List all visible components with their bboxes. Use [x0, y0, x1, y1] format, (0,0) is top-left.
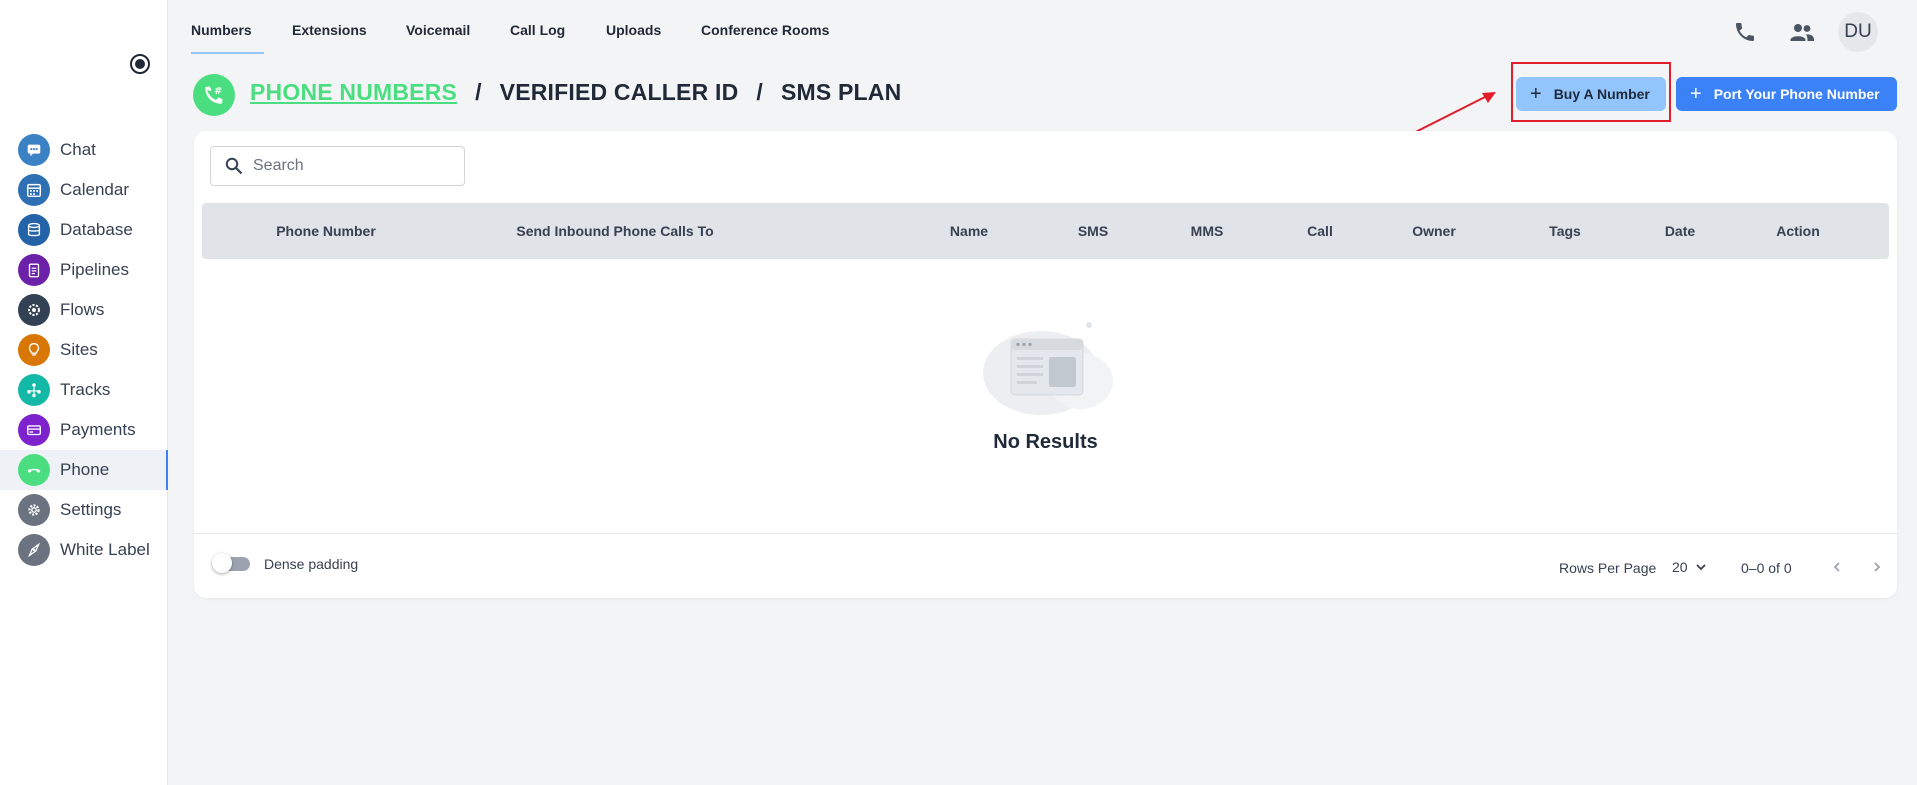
tab-conference-rooms[interactable]: Conference Rooms — [701, 22, 829, 38]
sidebar-item-label: Phone — [60, 460, 110, 479]
table-header: Phone Number Send Inbound Phone Calls To… — [202, 203, 1889, 259]
empty-state: No Results — [194, 311, 1897, 454]
dense-padding-label: Dense padding — [264, 556, 359, 572]
contacts-icon[interactable] — [1784, 14, 1820, 50]
rows-per-page-value: 20 — [1672, 559, 1688, 575]
breadcrumb-sms-plan[interactable]: SMS PLAN — [781, 79, 901, 106]
search-box — [210, 146, 465, 186]
plus-icon: + — [1690, 83, 1702, 105]
chevron-left-icon — [1833, 562, 1840, 572]
next-page-button[interactable] — [1864, 554, 1890, 580]
sidebar-item-pipelines[interactable]: Pipelines — [0, 250, 168, 290]
tab-voicemail[interactable]: Voicemail — [406, 22, 470, 38]
column-call[interactable]: Call — [1307, 223, 1333, 239]
sidebar-item-flows[interactable]: Flows — [0, 290, 168, 330]
database-icon — [18, 214, 50, 246]
sidebar-item-label: Calendar — [60, 180, 129, 199]
sidebar-item-white-label[interactable]: White Label — [0, 530, 168, 570]
phone-numbers-logo-icon: # — [193, 74, 235, 116]
column-name[interactable]: Name — [950, 223, 988, 239]
sidebar-item-label: Flows — [60, 300, 105, 319]
breadcrumb-verified-caller-id[interactable]: VERIFIED CALLER ID — [500, 79, 739, 106]
chevron-right-icon — [1874, 562, 1881, 572]
settings-icon — [18, 494, 50, 526]
white-label-icon — [18, 534, 50, 566]
search-icon — [225, 157, 243, 175]
sidebar-item-calendar[interactable]: Calendar — [0, 170, 168, 210]
chat-icon — [18, 134, 50, 166]
tab-numbers[interactable]: Numbers — [191, 22, 264, 54]
chevron-down-icon — [1695, 564, 1706, 571]
sidebar-item-sites[interactable]: Sites — [0, 330, 168, 370]
dense-padding-toggle[interactable]: Dense padding — [212, 553, 359, 573]
empty-browser-illustration-icon — [971, 311, 1121, 421]
avatar[interactable]: DU — [1838, 12, 1878, 52]
column-send-inbound-calls-to[interactable]: Send Inbound Phone Calls To — [516, 223, 713, 239]
pagination-range: 0–0 of 0 — [1741, 560, 1792, 576]
empty-state-text: No Results — [993, 431, 1098, 453]
sidebar-item-database[interactable]: Database — [0, 210, 168, 250]
phone-icon — [18, 454, 50, 486]
sidebar-item-payments[interactable]: Payments — [0, 410, 168, 450]
column-tags[interactable]: Tags — [1549, 223, 1581, 239]
sidebar-item-chat[interactable]: Chat — [0, 130, 168, 170]
sidebar-item-label: Chat — [60, 140, 96, 159]
sidebar-item-label: Settings — [60, 500, 122, 519]
dense-padding-switch[interactable] — [212, 553, 250, 573]
search-input[interactable] — [253, 157, 453, 175]
tab-extensions[interactable]: Extensions — [292, 22, 367, 38]
phone-numbers-card: Phone Number Send Inbound Phone Calls To… — [194, 131, 1897, 598]
sidebar: Chat Calendar Database Pipelines Flows S… — [0, 0, 168, 785]
breadcrumb-separator: / — [475, 79, 482, 105]
gear-flow-icon — [18, 294, 50, 326]
calendar-icon — [18, 174, 50, 206]
breadcrumb-phone-numbers[interactable]: PHONE NUMBERS — [250, 79, 457, 106]
column-sms[interactable]: SMS — [1078, 223, 1108, 239]
network-icon — [18, 374, 50, 406]
sidebar-item-label: White Label — [60, 540, 150, 559]
tab-uploads[interactable]: Uploads — [606, 22, 661, 38]
column-owner[interactable]: Owner — [1412, 223, 1456, 239]
clipboard-icon — [18, 254, 50, 286]
sidebar-item-label: Pipelines — [60, 260, 129, 279]
port-number-label: Port Your Phone Number — [1713, 86, 1880, 102]
svg-text:#: # — [214, 86, 222, 97]
column-date[interactable]: Date — [1665, 223, 1695, 239]
rows-per-page-select[interactable]: 20 — [1672, 556, 1708, 578]
sidebar-item-phone[interactable]: Phone — [0, 450, 168, 490]
table-footer: Dense padding Rows Per Page 20 0–0 of 0 — [194, 533, 1897, 598]
breadcrumb-separator: / — [756, 79, 763, 105]
idea-icon — [18, 334, 50, 366]
tab-call-log[interactable]: Call Log — [510, 22, 565, 38]
top-nav: Numbers Extensions Voicemail Call Log Up… — [168, 0, 1917, 56]
column-mms[interactable]: MMS — [1191, 223, 1224, 239]
column-phone-number[interactable]: Phone Number — [276, 223, 376, 239]
payment-icon — [18, 414, 50, 446]
sidebar-collapse-toggle[interactable] — [130, 54, 150, 74]
annotation-highlight-box — [1511, 62, 1671, 122]
sidebar-item-label: Tracks — [60, 380, 111, 399]
sidebar-item-label: Database — [60, 220, 133, 239]
breadcrumb: PHONE NUMBERS / VERIFIED CALLER ID / SMS… — [250, 79, 901, 106]
previous-page-button[interactable] — [1824, 554, 1850, 580]
rows-per-page-label: Rows Per Page — [1559, 560, 1657, 576]
phone-icon[interactable] — [1727, 14, 1763, 50]
sidebar-item-settings[interactable]: Settings — [0, 490, 168, 530]
sidebar-item-label: Payments — [60, 420, 136, 439]
port-number-button[interactable]: + Port Your Phone Number — [1676, 77, 1897, 111]
sidebar-nav: Chat Calendar Database Pipelines Flows S… — [0, 130, 168, 570]
column-action[interactable]: Action — [1776, 223, 1820, 239]
sidebar-item-tracks[interactable]: Tracks — [0, 370, 168, 410]
sidebar-item-label: Sites — [60, 340, 98, 359]
